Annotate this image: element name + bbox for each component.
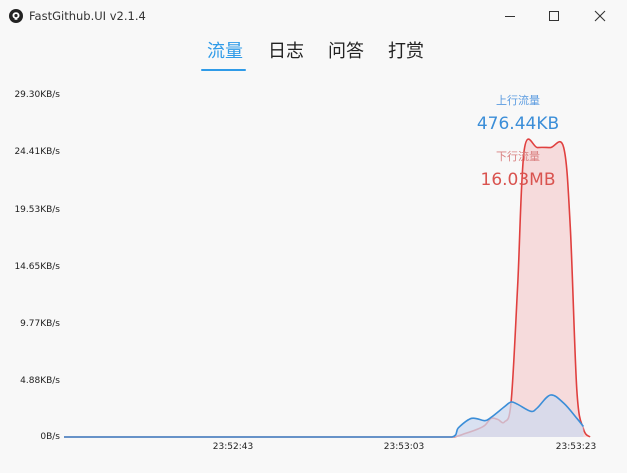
legend-download-name: 下行流量 (496, 150, 540, 163)
x-tick-label: 23:53:03 (383, 442, 425, 452)
x-tick-label: 23:52:43 (212, 442, 254, 452)
traffic-chart (64, 138, 591, 438)
legend-download-total: 16.03MB (480, 170, 556, 190)
upload-series-area (64, 394, 584, 437)
y-tick-label: 9.77KB/s (20, 319, 60, 329)
y-tick-label: 0B/s (40, 432, 60, 442)
legend-upload-name: 上行流量 (496, 94, 540, 107)
y-tick-label: 19.53KB/s (14, 205, 60, 215)
y-tick-label: 14.65KB/s (14, 262, 60, 272)
legend-upload-total: 476.44KB (476, 114, 560, 134)
y-tick-label: 29.30KB/s (14, 90, 60, 100)
y-tick-label: 4.88KB/s (20, 376, 60, 386)
x-tick-label: 23:53:23 (555, 442, 597, 452)
y-tick-label: 24.41KB/s (14, 147, 60, 157)
